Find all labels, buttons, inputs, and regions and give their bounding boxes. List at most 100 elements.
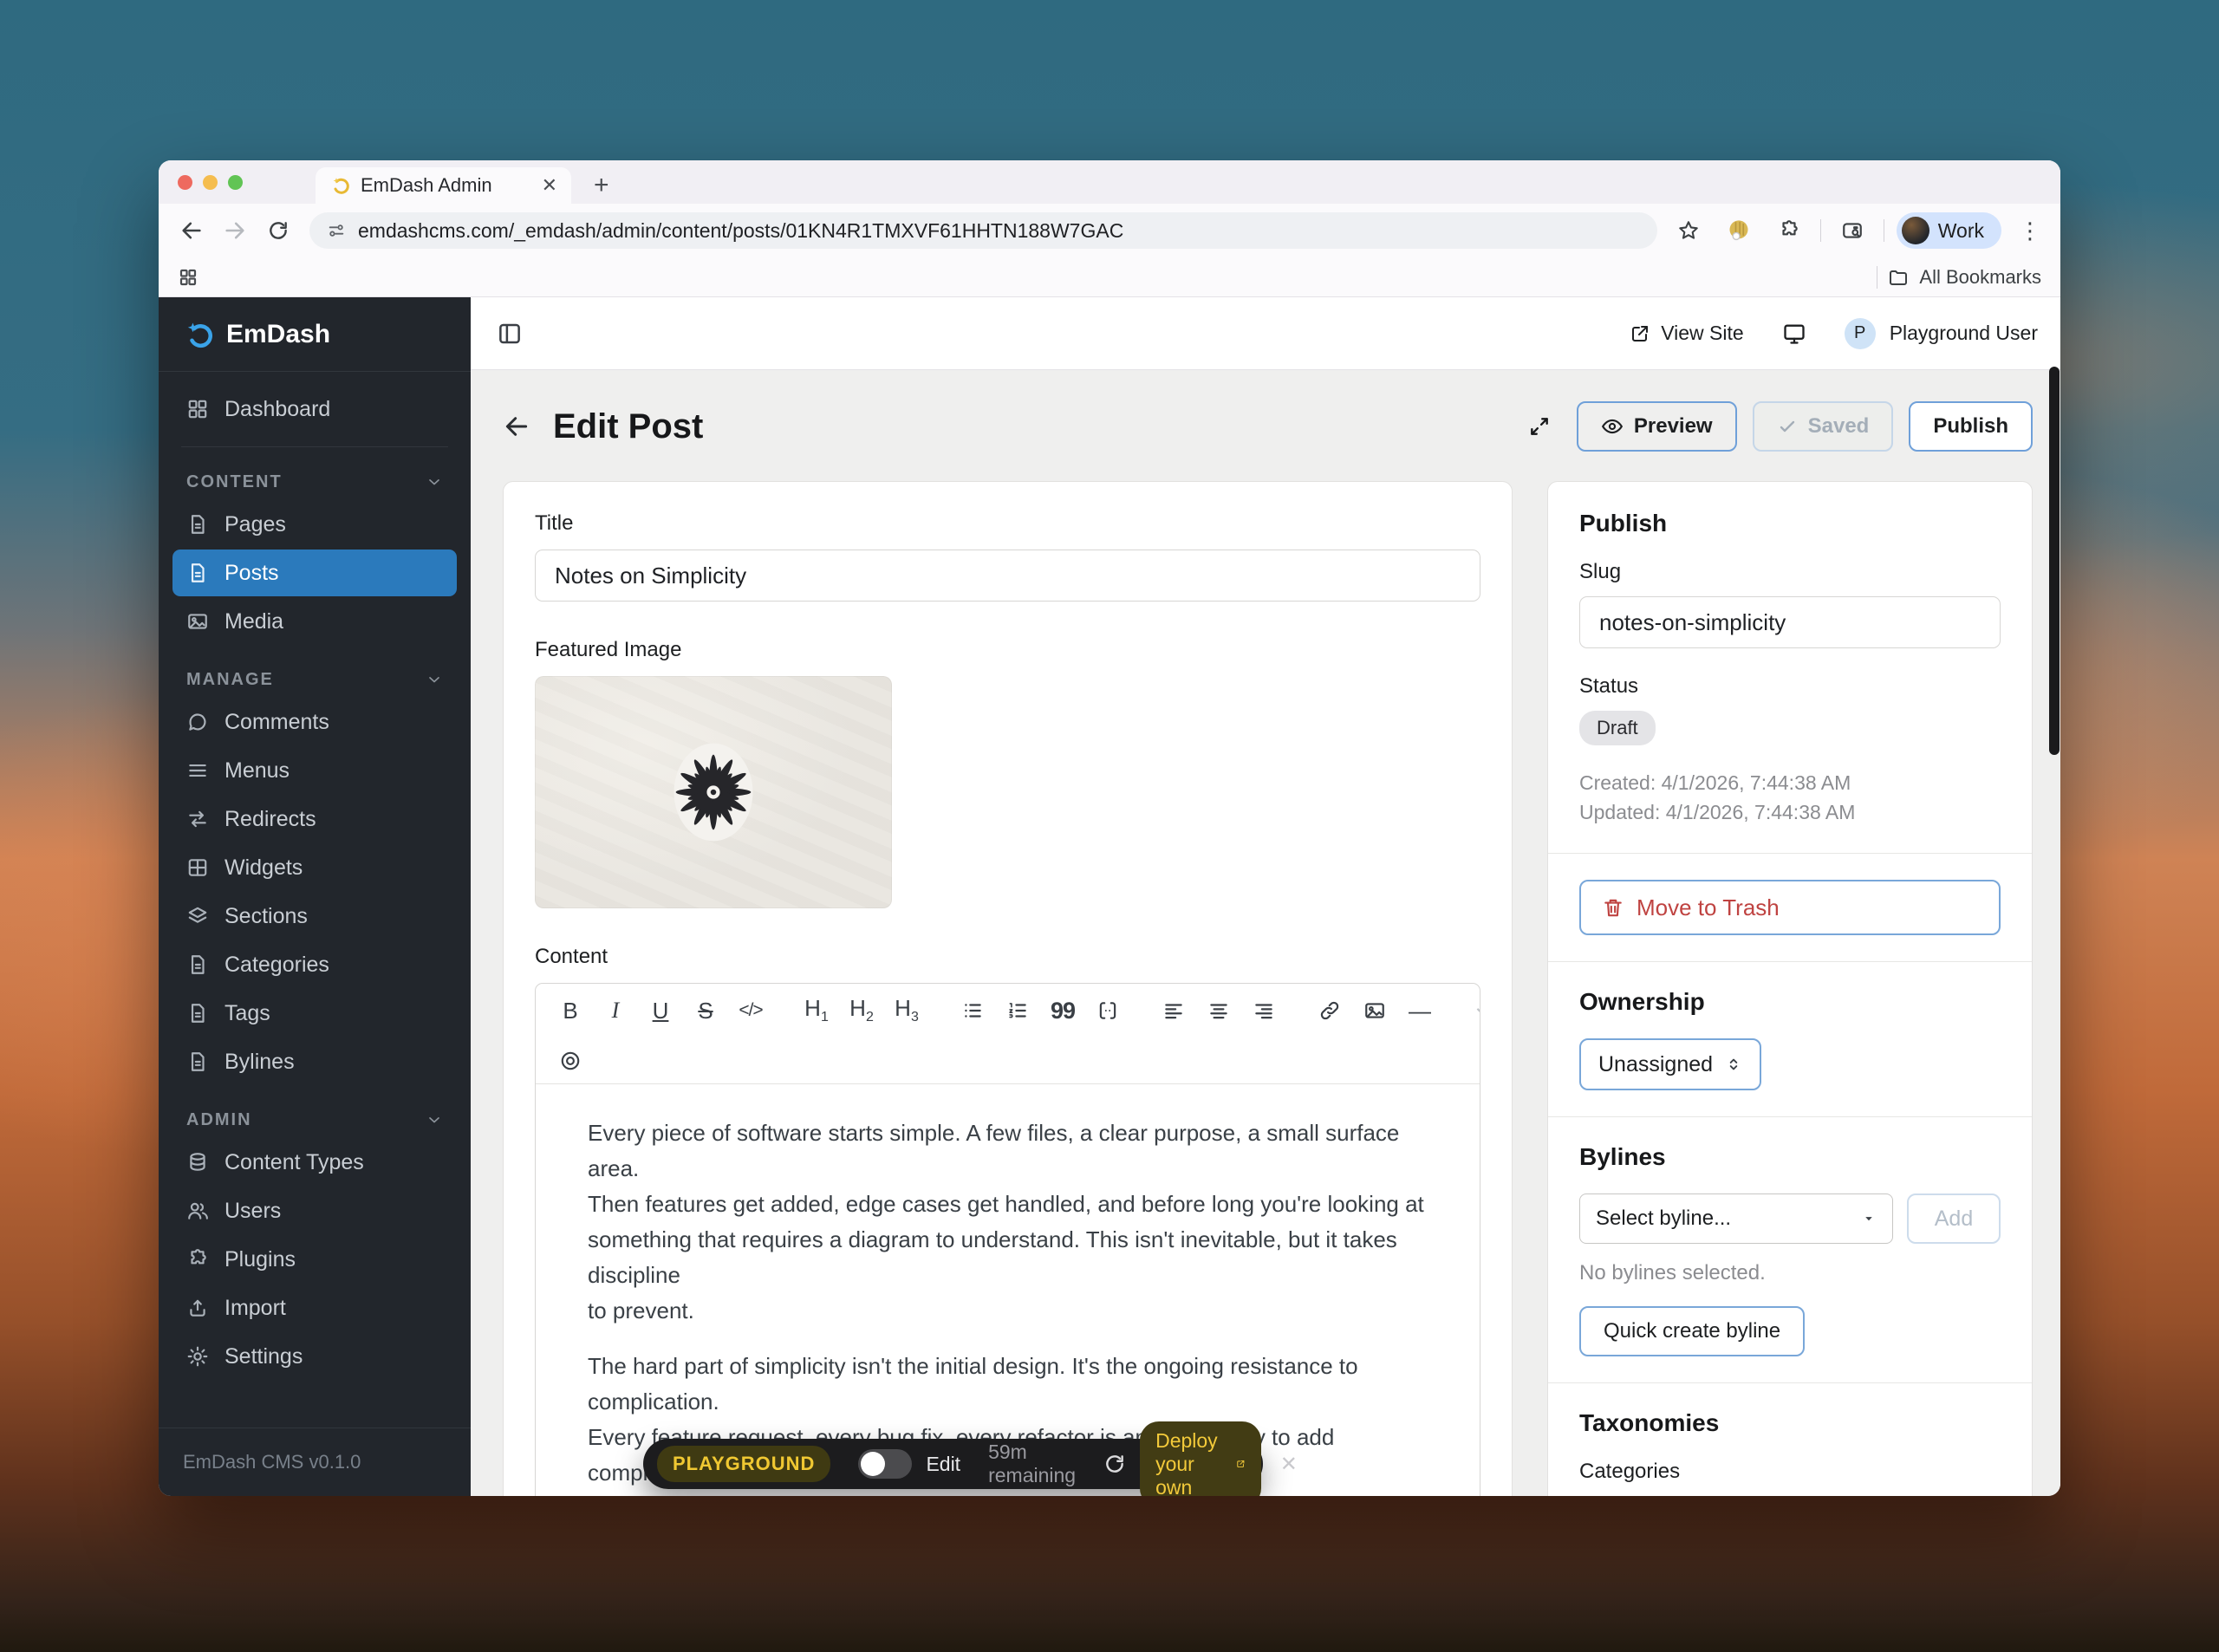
h2-button[interactable]: H2 <box>839 991 884 1031</box>
trash-icon <box>1602 896 1624 919</box>
h1-button[interactable]: H1 <box>794 991 839 1031</box>
zoom-window-button[interactable] <box>228 175 243 190</box>
sidebar-item-comments[interactable]: Comments <box>172 699 457 745</box>
apps-grid-icon[interactable] <box>178 267 198 288</box>
forward-icon[interactable] <box>216 211 254 250</box>
view-site-button[interactable]: View Site <box>1630 322 1743 345</box>
sidebar-item-dashboard[interactable]: Dashboard <box>172 386 457 433</box>
sidebar-item-menus[interactable]: Menus <box>172 747 457 794</box>
sidebar-item-redirects[interactable]: Redirects <box>172 796 457 842</box>
sidebar-section-admin[interactable]: ADMIN <box>172 1101 457 1139</box>
extensions-puzzle-icon[interactable] <box>1770 211 1808 250</box>
content-label: Content <box>535 945 1480 969</box>
align-right-button[interactable] <box>1241 991 1286 1031</box>
sidebar-section-content[interactable]: CONTENT <box>172 463 457 501</box>
section-label: ADMIN <box>186 1110 252 1130</box>
profile-name: Work <box>1938 219 1984 243</box>
align-left-button[interactable] <box>1151 991 1196 1031</box>
user-avatar[interactable]: P <box>1845 318 1876 349</box>
sidebar-item-sections[interactable]: Sections <box>172 893 457 940</box>
section-divider <box>1548 961 2032 962</box>
strikethrough-button[interactable]: S <box>683 991 728 1031</box>
preview-button[interactable]: Preview <box>1577 401 1737 452</box>
sidebar-item-pages[interactable]: Pages <box>172 501 457 548</box>
sidebar-item-media[interactable]: Media <box>172 598 457 645</box>
image-button[interactable] <box>1352 991 1397 1031</box>
sidebar-item-bylines[interactable]: Bylines <box>172 1038 457 1085</box>
quick-create-byline-button[interactable]: Quick create byline <box>1579 1306 1805 1356</box>
sidebar-item-label: Media <box>225 609 283 634</box>
sidebar-item-import[interactable]: Import <box>172 1285 457 1331</box>
toolbar-divider <box>1820 219 1821 242</box>
reload-icon[interactable] <box>259 211 297 250</box>
browser-tab[interactable]: EmDash Admin ✕ <box>316 167 571 204</box>
sidebar-item-users[interactable]: Users <box>172 1187 457 1234</box>
editor-body[interactable]: Every piece of software starts simple. A… <box>536 1084 1480 1496</box>
sidebar-section-manage[interactable]: MANAGE <box>172 660 457 699</box>
undo-button[interactable]: ↶ <box>1463 991 1480 1031</box>
display-mode-icon[interactable] <box>1782 322 1806 346</box>
site-settings-icon[interactable] <box>327 221 346 240</box>
back-button[interactable] <box>503 413 530 440</box>
close-window-button[interactable] <box>178 175 192 190</box>
reset-playground-icon[interactable] <box>1103 1453 1126 1475</box>
tab-search-icon[interactable] <box>1833 211 1871 250</box>
sidebar-item-label: Plugins <box>225 1247 296 1272</box>
app-sidebar: EmDash Dashboard CONTENT Pages Posts Medi… <box>159 297 471 1496</box>
sidebar-toggle-icon[interactable] <box>497 321 523 347</box>
widget-icon <box>186 856 209 879</box>
sidebar-item-categories[interactable]: Categories <box>172 941 457 988</box>
close-playground-bar-icon[interactable]: ✕ <box>1275 1452 1303 1477</box>
italic-button[interactable]: I <box>593 991 638 1031</box>
ownership-select[interactable]: Unassigned <box>1579 1038 1761 1090</box>
new-tab-button[interactable]: + <box>594 171 609 200</box>
image-icon <box>186 610 209 633</box>
title-input[interactable] <box>535 550 1480 602</box>
fullscreen-icon[interactable] <box>1528 415 1551 438</box>
chat-icon <box>186 711 209 733</box>
file-icon <box>186 562 209 584</box>
featured-image-thumbnail[interactable] <box>535 676 892 908</box>
sidebar-divider <box>181 446 448 447</box>
h3-button[interactable]: H3 <box>884 991 929 1031</box>
profile-chip[interactable]: Work <box>1897 212 2001 249</box>
sidebar-item-widgets[interactable]: Widgets <box>172 844 457 891</box>
underline-button[interactable]: U <box>638 991 683 1031</box>
sidebar-item-content-types[interactable]: Content Types <box>172 1139 457 1186</box>
blockquote-button[interactable]: 99 <box>1040 991 1085 1031</box>
code-block-button[interactable] <box>1085 991 1130 1031</box>
url-bar[interactable]: emdashcms.com/_emdash/admin/content/post… <box>309 212 1657 249</box>
bookmark-star-icon[interactable] <box>1669 211 1708 250</box>
focus-mode-icon[interactable] <box>548 1041 593 1081</box>
ordered-list-button[interactable] <box>995 991 1040 1031</box>
bullet-list-button[interactable] <box>950 991 995 1031</box>
sidebar-item-settings[interactable]: Settings <box>172 1333 457 1380</box>
status-label: Status <box>1579 674 2001 699</box>
slug-input[interactable] <box>1579 596 2001 648</box>
app-logo[interactable]: EmDash <box>159 297 471 372</box>
all-bookmarks[interactable]: All Bookmarks <box>1877 266 2041 289</box>
publish-button[interactable]: Publish <box>1909 401 2033 452</box>
sidebar-item-posts[interactable]: Posts <box>172 550 457 596</box>
extension-badge-icon[interactable] <box>1720 211 1758 250</box>
align-center-button[interactable] <box>1196 991 1241 1031</box>
deploy-label: Deploy your own <box>1155 1429 1227 1497</box>
page-scrollbar-thumb[interactable] <box>2049 367 2060 755</box>
file-icon <box>186 513 209 536</box>
horizontal-rule-button[interactable]: — <box>1397 991 1442 1031</box>
sidebar-item-plugins[interactable]: Plugins <box>172 1236 457 1283</box>
byline-select[interactable]: Select byline... <box>1579 1193 1893 1244</box>
bold-button[interactable]: B <box>548 991 593 1031</box>
edit-mode-toggle[interactable] <box>858 1449 912 1479</box>
deploy-your-own-button[interactable]: Deploy your own <box>1140 1421 1261 1497</box>
minimize-window-button[interactable] <box>203 175 218 190</box>
tab-close-icon[interactable]: ✕ <box>542 174 557 197</box>
link-button[interactable] <box>1307 991 1352 1031</box>
browser-menu-icon[interactable]: ⋮ <box>2014 218 2047 244</box>
sidebar-item-tags[interactable]: Tags <box>172 990 457 1037</box>
content-paragraph: Every piece of software starts simple. A… <box>588 1115 1428 1329</box>
move-to-trash-button[interactable]: Move to Trash <box>1579 880 2001 935</box>
post-meta: Created: 4/1/2026, 7:44:38 AM Updated: 4… <box>1579 768 2001 827</box>
back-icon[interactable] <box>172 211 211 250</box>
code-button[interactable]: </> <box>728 991 773 1031</box>
